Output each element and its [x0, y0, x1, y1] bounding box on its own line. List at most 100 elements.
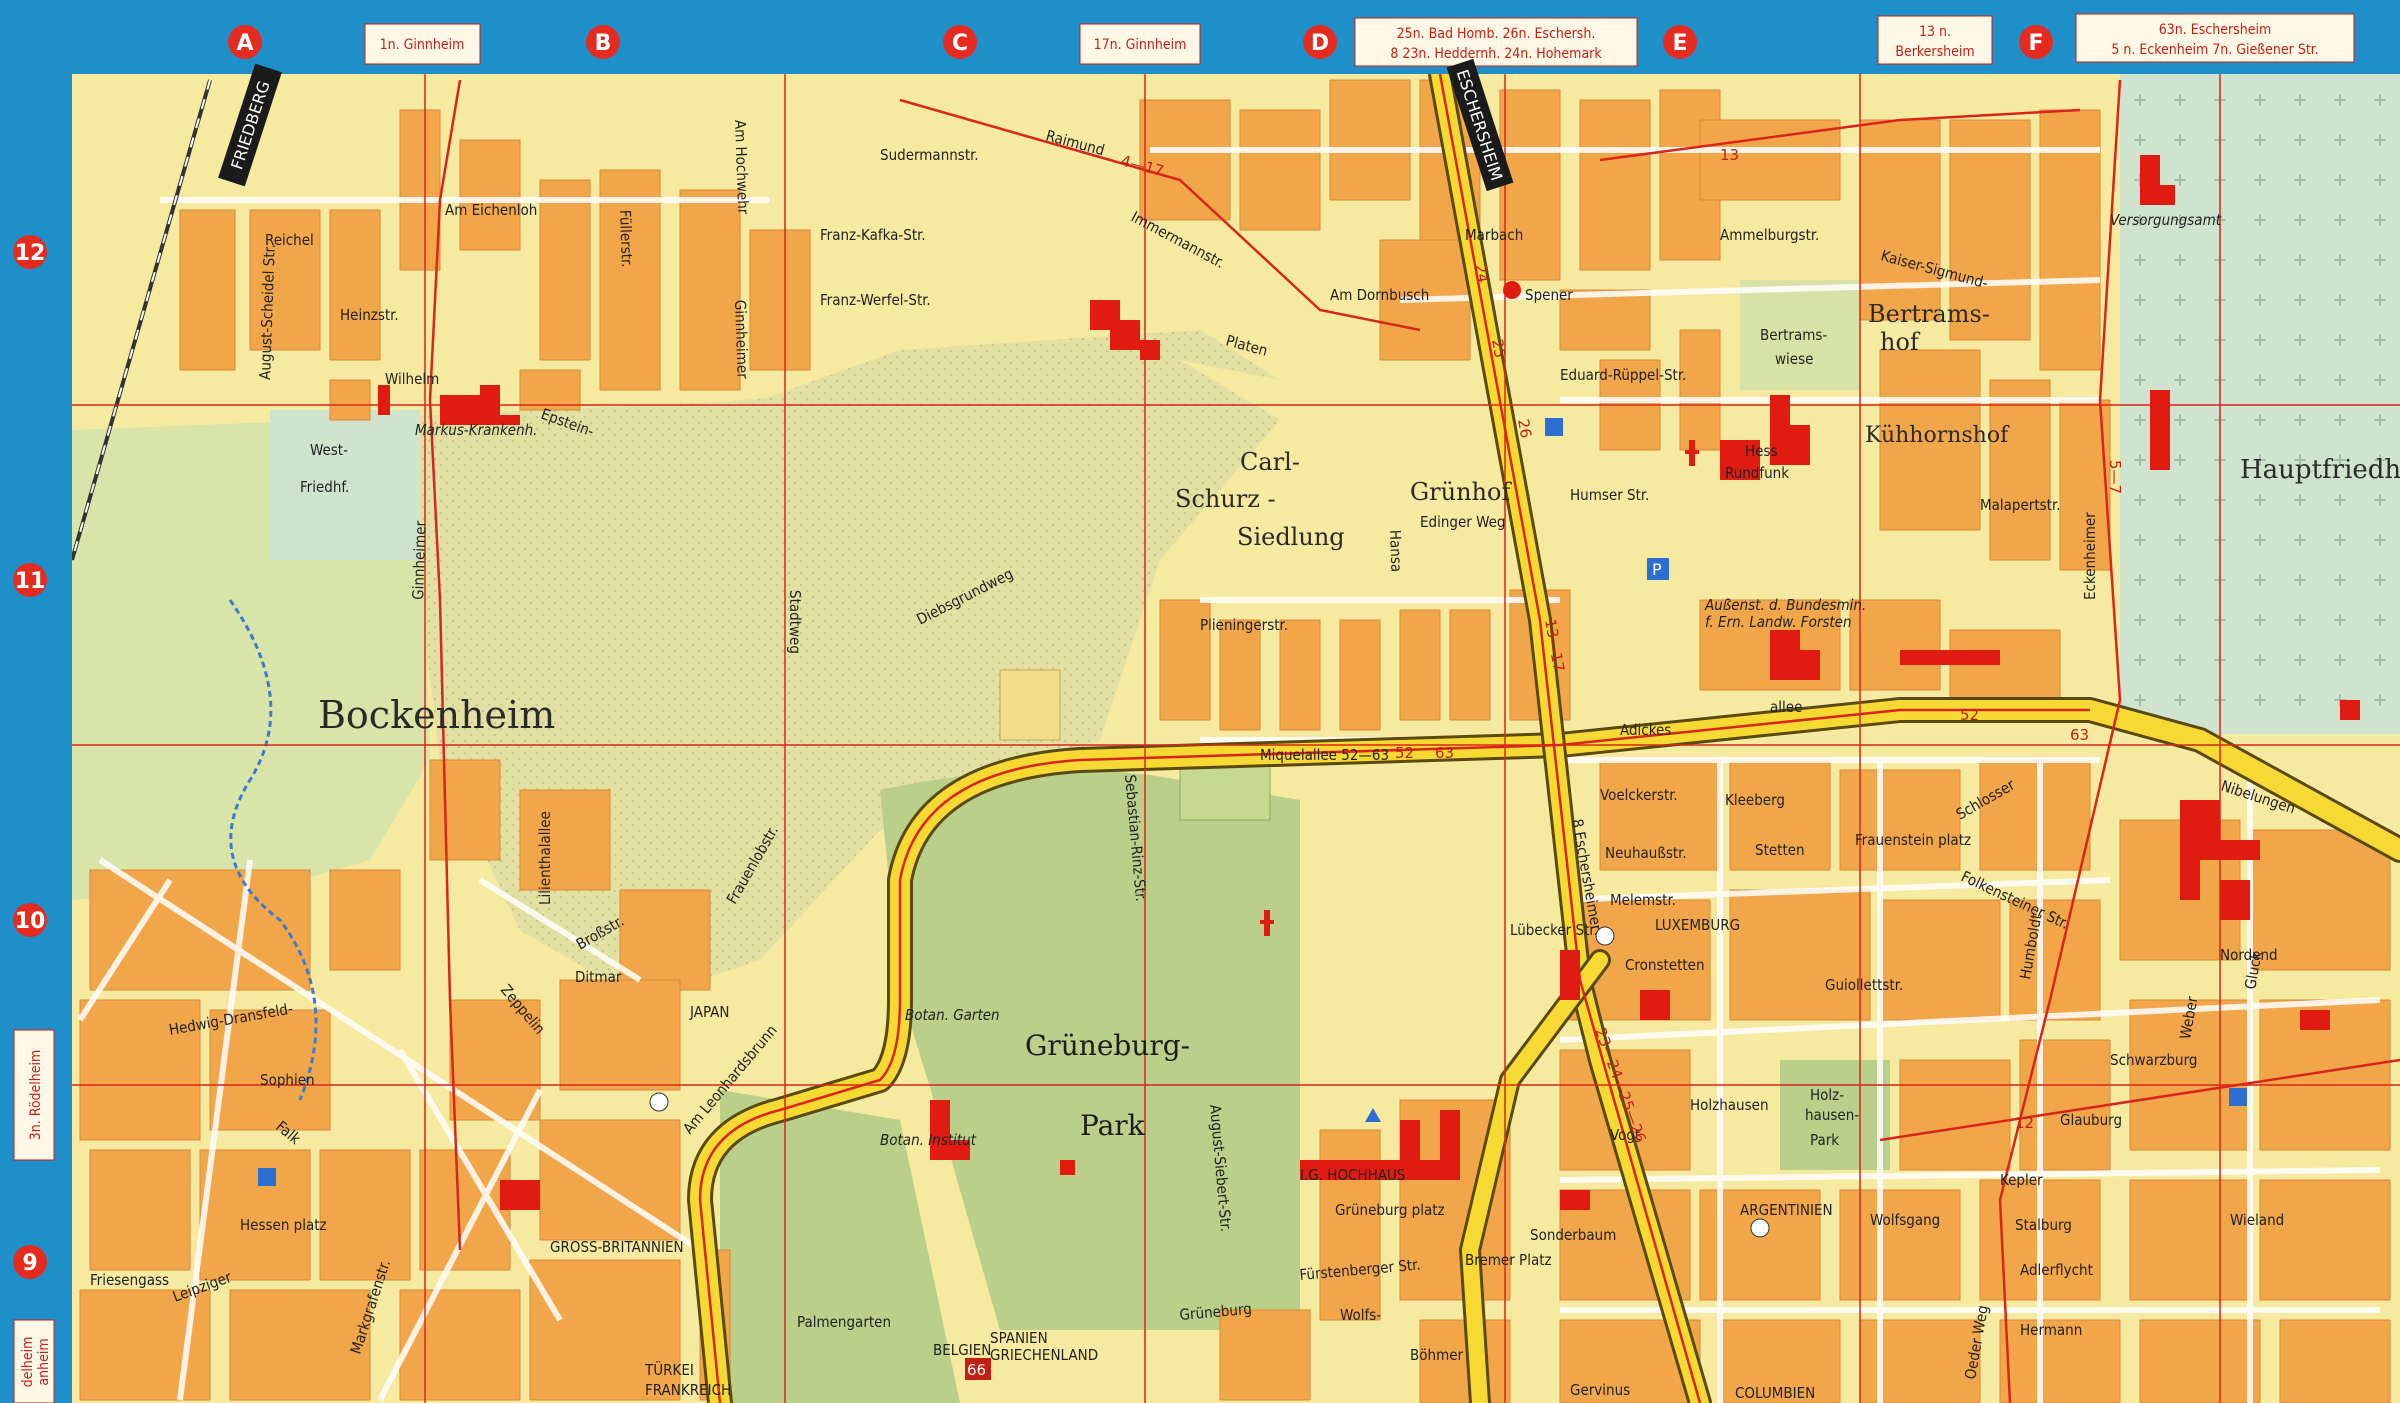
district-hauptfriedhof: Hauptfriedh	[2240, 455, 2400, 485]
street-lilienthal: Lilienthalallee	[536, 811, 554, 905]
edge-label-berkersheim-1: 13 n.	[1919, 24, 1951, 40]
district-bertramshof-1: Bertrams-	[1868, 300, 1990, 328]
tram-5-7: 5—7	[2106, 460, 2124, 494]
grid-row-11: 11	[15, 569, 46, 594]
street-plieningerstr: Plieningerstr.	[1200, 616, 1288, 634]
street-versorgungsamt: Versorgungsamt	[2110, 211, 2222, 229]
inst-gross-britannien: GROSS-BRITANNIEN	[550, 1238, 684, 1256]
district-west-friedhof-2: Friedhf.	[300, 478, 349, 496]
inst-hess-rundfunk-1: Hess	[1745, 442, 1778, 460]
district-holzhausen-park-2: hausen-	[1805, 1106, 1859, 1124]
street-kepler: Kepler	[2000, 1171, 2043, 1189]
grid-row-12: 12	[15, 241, 46, 266]
street-stadtweg: Stadtweg	[786, 590, 804, 654]
tram-13: 13	[1720, 146, 1739, 164]
inst-luxemburg: LUXEMBURG	[1655, 916, 1740, 934]
street-friesengasse: Friesengass	[90, 1271, 169, 1289]
street-cronstetten: Cronstetten	[1625, 956, 1705, 974]
edge-label-roedelheim: 3n. Rödelheim	[28, 1050, 44, 1141]
street-adickesallee: Adickes	[1620, 721, 1671, 739]
street-malapertstr: Malapertstr.	[1980, 496, 2060, 514]
district-bockenheim: Bockenheim	[318, 693, 555, 737]
street-sonderbaum: Sonderbaum	[1530, 1226, 1616, 1244]
street-wieland: Wieland	[2230, 1211, 2284, 1229]
consulate-icon	[649, 1092, 669, 1112]
street-kleeberg: Kleeberg	[1725, 791, 1785, 809]
district-holzhausen-park-1: Holz-	[1810, 1086, 1844, 1104]
street-edinger-weg: Edinger Weg	[1420, 513, 1505, 531]
street-am-dornbusch: Am Dornbusch	[1330, 286, 1429, 304]
tram-63-2: 63	[2070, 726, 2089, 744]
street-dittmar: Ditmar	[575, 968, 622, 986]
hospital-icon	[1503, 281, 1521, 299]
street-boehmer: Böhmer	[1410, 1346, 1464, 1364]
street-marbach: Marbach	[1465, 226, 1523, 244]
street-markus-krankenh: Markus-Krankenh.	[415, 421, 537, 439]
inst-spanien: SPANIEN	[990, 1329, 1048, 1347]
street-eckenheimer: Eckenheimer	[2081, 512, 2099, 600]
district-palmengarten: Palmengarten	[797, 1313, 891, 1331]
district-holzhausen-park-3: Park	[1810, 1131, 1839, 1149]
district-hochhaus: I.G. HOCHHAUS	[1300, 1166, 1405, 1184]
district-carl-schurz-2: Schurz -	[1175, 485, 1276, 513]
street-am-eichenloh: Am Eichenloh	[445, 201, 537, 219]
grid-col-a: A	[236, 31, 253, 56]
sports-field	[999, 669, 1061, 741]
street-spener: Spener	[1525, 286, 1573, 304]
svg-text:66: 66	[967, 1361, 986, 1379]
edge-label-eschersheim-2: 5 n. Eckenheim 7n. Gießener Str.	[2111, 42, 2318, 58]
tram-66-badge: 66	[965, 1358, 991, 1380]
grid-col-e: E	[1672, 31, 1687, 56]
inst-frankreich: FRANKREICH	[645, 1381, 731, 1399]
consulate-icon-2	[1750, 1218, 1770, 1238]
grid-col-f: F	[2028, 31, 2043, 56]
district-west-friedhof-1: West-	[310, 441, 348, 459]
grid-col-d: D	[1311, 31, 1329, 56]
grid-col-c: C	[952, 31, 968, 56]
street-franz-kafka: Franz-Kafka-Str.	[820, 226, 926, 244]
tram-24: 24	[1471, 263, 1492, 285]
edge-label-eschersheim-1: 63n. Eschersheim	[2159, 22, 2271, 38]
grid-row-10: 10	[15, 909, 46, 934]
street-lueneburger: Lübecker Str.	[1510, 921, 1598, 939]
city-map[interactable]: A B C D E F 12 11 10 9 1n. Ginnheim 17n.…	[0, 0, 2400, 1403]
street-adlerflycht: Adlerflycht	[2020, 1261, 2093, 1279]
school-l-icon-2	[2229, 1088, 2247, 1106]
edge-label-ginnheim-c: 17n. Ginnheim	[1094, 37, 1187, 53]
inst-hess-rundfunk-2: Rundfunk	[1725, 464, 1789, 482]
inst-columbien: COLUMBIEN	[1735, 1384, 1815, 1402]
inst-tuerkei: TÜRKEI	[644, 1360, 694, 1379]
street-fuellerstr: Füllerstr.	[616, 210, 636, 268]
street-bremer-platz: Bremer Platz	[1465, 1251, 1552, 1269]
street-wolfs: Wolfs-	[1340, 1306, 1381, 1324]
tram-63-1: 63	[1435, 744, 1454, 762]
district-botan-institut: Botan. Institut	[880, 1131, 977, 1149]
school-l-icon	[1545, 418, 1563, 436]
tram-12: 12	[2015, 1114, 2034, 1132]
edge-label-bottom-2: anheim	[36, 1338, 52, 1385]
district-bertramswiese-1: Bertrams-	[1760, 326, 1827, 344]
edge-label-berkersheim-2: Berkersheim	[1895, 44, 1974, 60]
district-gruneburg-park-1: Grüneburg-	[1025, 1029, 1190, 1062]
inst-japan: JAPAN	[689, 1003, 729, 1021]
district-kuhhornshof: Kühhornshof	[1865, 423, 2010, 448]
street-neuhaubstr: Neuhaußstr.	[1605, 844, 1687, 862]
street-sophien: Sophien	[260, 1071, 315, 1089]
grid-row-9: 9	[22, 1251, 37, 1276]
street-sudermannstr: Sudermannstr.	[880, 146, 979, 164]
tram-26: 26	[1514, 418, 1535, 440]
street-melemstr: Melemstr.	[1610, 891, 1676, 909]
tram-52-1: 52	[1395, 744, 1414, 762]
district-grunhof: Grünhof	[1410, 478, 1512, 506]
street-glauburg: Glauburg	[2060, 1111, 2122, 1129]
district-bertramshof-2: hof	[1880, 328, 1921, 356]
district-gruneburg-park-2: Park	[1080, 1109, 1146, 1142]
street-franz-werfel: Franz-Werfel-Str.	[820, 291, 931, 309]
edge-label-ginnheim-b: 1n. Ginnheim	[380, 37, 465, 53]
street-ammelburgstr: Ammelburgstr.	[1720, 226, 1819, 244]
street-ginnheimer-landstr: Ginnheimer	[409, 520, 430, 600]
edge-label-badhomb-1: 25n. Bad Homb. 26n. Eschersh.	[1397, 26, 1596, 42]
street-hessen-platz: Hessen platz	[240, 1216, 327, 1234]
street-voelckerstr: Voelckerstr.	[1600, 786, 1678, 804]
street-adickes-allee2: allee	[1770, 698, 1802, 716]
